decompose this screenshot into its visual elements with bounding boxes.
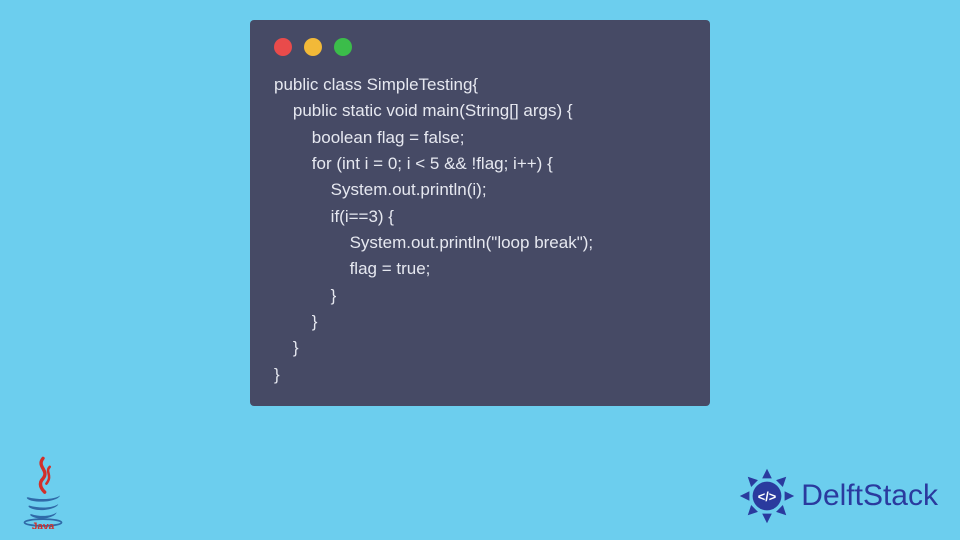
delftstack-icon: </> xyxy=(735,464,799,528)
maximize-icon xyxy=(334,38,352,56)
code-block: public class SimpleTesting{ public stati… xyxy=(250,62,710,388)
window-titlebar xyxy=(250,20,710,62)
code-window: public class SimpleTesting{ public stati… xyxy=(250,20,710,406)
minimize-icon xyxy=(304,38,322,56)
svg-text:</>: </> xyxy=(758,489,777,504)
java-logo-label: Java xyxy=(32,521,55,529)
delftstack-label: DelftStack xyxy=(801,479,938,513)
java-logo: Java xyxy=(16,455,70,534)
close-icon xyxy=(274,38,292,56)
delftstack-logo: </> DelftStack xyxy=(735,464,938,528)
